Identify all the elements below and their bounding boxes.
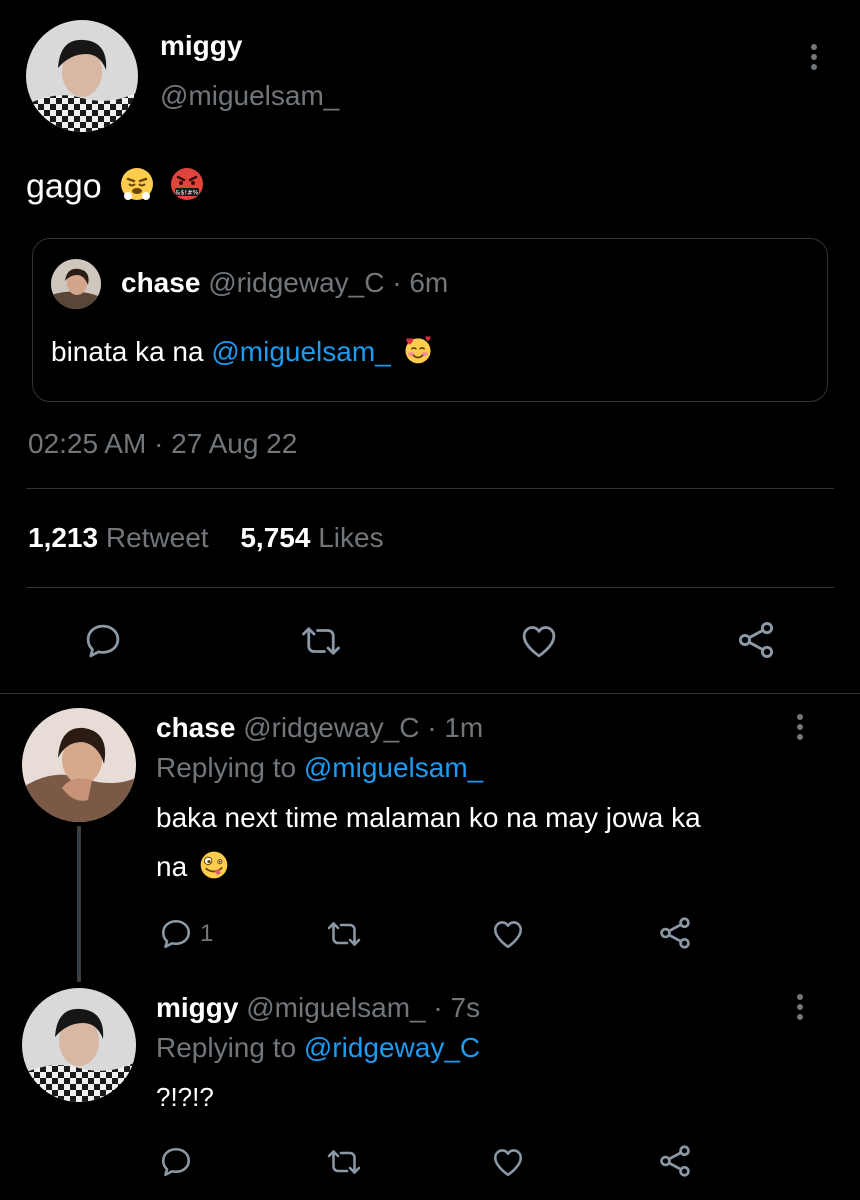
cursing-face-emoji: &$!#% (169, 166, 205, 211)
avatar[interactable] (22, 708, 136, 822)
quoted-text-content: binata ka na (51, 335, 204, 367)
like-icon[interactable] (518, 620, 560, 662)
quoted-display-name: chase (121, 267, 201, 298)
reply-time[interactable]: 1m (444, 712, 483, 743)
like-icon[interactable] (490, 1144, 526, 1180)
retweet-icon[interactable] (324, 1144, 364, 1180)
replying-label: Replying to (156, 1032, 297, 1063)
handle[interactable]: @miguelsam_ (160, 80, 339, 112)
reply-text-line-1: ?!?!? (156, 1082, 214, 1112)
like-icon[interactable] (490, 916, 526, 952)
replying-to: Replying to @miguelsam_ (156, 752, 483, 784)
avatar[interactable] (22, 988, 136, 1102)
smiling-face-with-hearts-emoji (403, 335, 433, 372)
separator: · (433, 992, 443, 1023)
replying-to-link[interactable]: @ridgeway_C (304, 1032, 480, 1063)
reply-text-content: na (156, 850, 188, 882)
quoted-text: binata ka na @miguelsam_ (51, 335, 433, 372)
display-name[interactable]: chase (156, 712, 235, 743)
retweets-count: 1,213 (28, 522, 99, 553)
reply-icon[interactable] (158, 1144, 194, 1180)
quoted-tweet[interactable]: chase @ridgeway_C · 6m binata ka na @mig… (32, 238, 828, 402)
tweet-text: gago &$!#% (26, 166, 205, 211)
replying-to: Replying to @ridgeway_C (156, 1032, 480, 1064)
reply-header: miggy @miguelsam_ · 7s (156, 992, 480, 1024)
more-options-icon[interactable] (796, 994, 804, 1024)
display-name[interactable]: miggy (160, 30, 242, 62)
reply-header: chase @ridgeway_C · 1m (156, 712, 483, 744)
divider (26, 488, 834, 489)
reply-text-line-1: baka next time malaman ko na may jowa ka (156, 802, 701, 833)
quoted-mention-link[interactable]: @miguelsam_ (211, 336, 390, 367)
reply-text-line-2: na (156, 850, 229, 887)
likes-count: 5,754 (240, 522, 311, 553)
reply-time[interactable]: 7s (451, 992, 481, 1023)
more-options-icon[interactable] (810, 44, 818, 74)
avatar-image (22, 708, 136, 822)
likes-label: Likes (318, 522, 384, 553)
quoted-avatar (51, 259, 101, 309)
handle[interactable]: @ridgeway_C (243, 712, 419, 743)
retweet-icon[interactable] (324, 916, 364, 952)
separator: · (427, 712, 437, 743)
quoted-time: 6m (409, 267, 449, 298)
share-icon[interactable] (656, 914, 694, 952)
divider (0, 693, 860, 694)
quoted-separator: · (392, 267, 402, 298)
tweet-text-content: gago (26, 167, 102, 206)
handle[interactable]: @miguelsam_ (246, 992, 425, 1023)
more-options-icon[interactable] (796, 714, 804, 744)
quoted-header: chase @ridgeway_C · 6m (121, 267, 448, 299)
svg-text:&$!#%: &$!#% (175, 189, 198, 197)
tweet-timestamp[interactable]: 02:25 AM · 27 Aug 22 (28, 428, 297, 460)
avatar[interactable] (26, 20, 138, 132)
replying-to-link[interactable]: @miguelsam_ (304, 752, 483, 783)
retweets-label: Retweet (105, 522, 209, 553)
share-icon[interactable] (734, 618, 778, 662)
divider (26, 587, 834, 588)
retweets-stat[interactable]: 1,213 Retweet (28, 522, 240, 553)
quoted-handle: @ridgeway_C (208, 267, 385, 298)
likes-stat[interactable]: 5,754 Likes (240, 522, 383, 553)
reply-icon[interactable] (158, 916, 194, 952)
replying-label: Replying to (156, 752, 297, 783)
zany-face-emoji (199, 850, 229, 887)
reply-count: 1 (200, 920, 214, 947)
retweet-icon[interactable] (298, 620, 344, 662)
tweet-stats: 1,213 Retweet 5,754 Likes (28, 522, 384, 554)
quoted-avatar-image (51, 259, 101, 309)
avatar-image (26, 20, 138, 132)
thread-line (77, 826, 81, 982)
avatar-image (22, 988, 136, 1102)
huffing-face-emoji (119, 166, 155, 211)
share-icon[interactable] (656, 1142, 694, 1180)
display-name[interactable]: miggy (156, 992, 238, 1023)
reply-icon[interactable] (82, 620, 124, 662)
